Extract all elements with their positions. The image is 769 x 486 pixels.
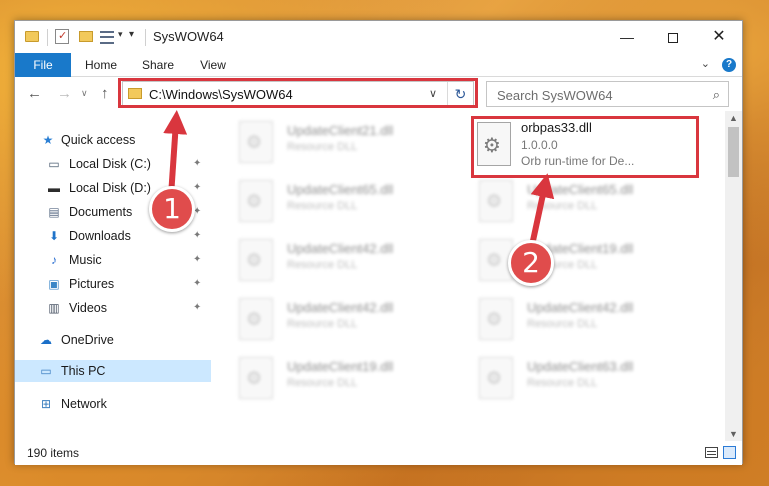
step-badge-1: 1 bbox=[149, 186, 195, 232]
annotation-arrows bbox=[163, 110, 555, 251]
arrow-1 bbox=[163, 110, 188, 197]
step-badge-2: 2 bbox=[508, 240, 554, 286]
